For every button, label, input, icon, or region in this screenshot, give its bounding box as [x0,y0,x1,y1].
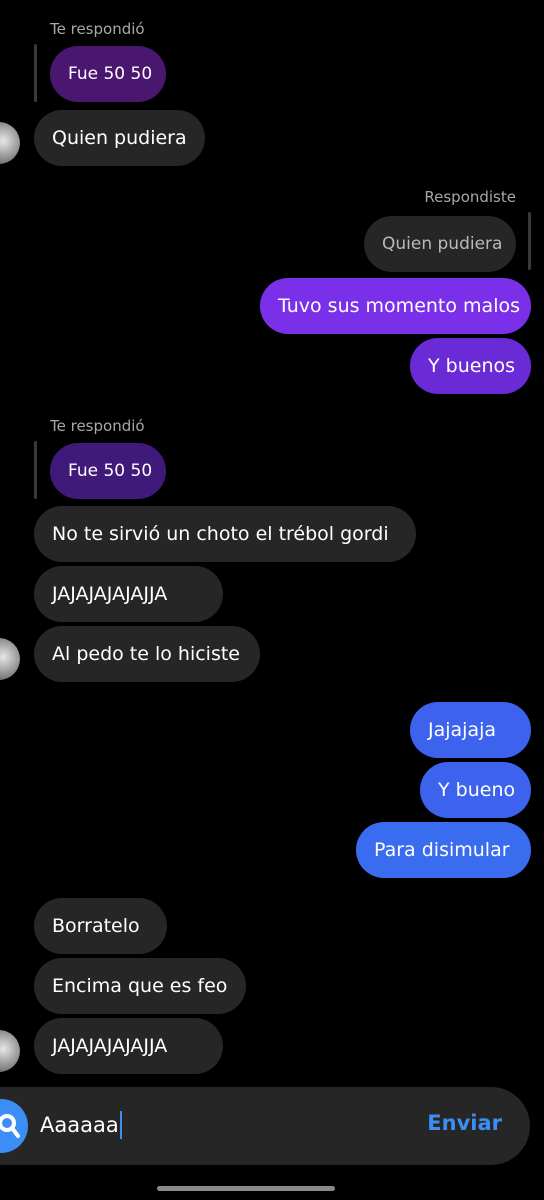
outgoing-message[interactable]: Tuvo sus momento malos [260,278,531,334]
contact-avatar[interactable] [0,1030,20,1072]
reply-label: Respondiste [424,188,516,206]
search-button[interactable] [0,1099,28,1153]
outgoing-message[interactable]: Y bueno [420,762,531,818]
send-button[interactable]: Enviar [427,1111,502,1135]
quoted-message[interactable]: Quien pudiera [364,216,516,272]
message-composer: Aaaaaa Enviar [0,1087,530,1165]
incoming-message[interactable]: JAJAJAJAJAJJA [34,1018,223,1074]
reply-label: Te respondió [50,417,145,435]
outgoing-message[interactable]: Para disimular [356,822,531,878]
reply-indicator-bar [528,212,531,270]
incoming-message[interactable]: Encima que es feo [34,958,246,1014]
incoming-message[interactable]: Borratelo [34,898,167,954]
message-input-value: Aaaaaa [40,1113,119,1137]
incoming-message[interactable]: JAJAJAJAJAJJA [34,566,223,622]
home-indicator[interactable] [157,1186,335,1191]
outgoing-message[interactable]: Jajajaja [410,702,531,758]
incoming-message[interactable]: Quien pudiera [34,110,205,166]
reply-indicator-bar [34,44,37,102]
reply-indicator-bar [34,441,37,499]
reply-label: Te respondió [50,20,145,38]
outgoing-message[interactable]: Y buenos [410,338,531,394]
quoted-message[interactable]: Fue 50 50 [50,46,166,102]
incoming-message[interactable]: No te sirvió un choto el trébol gordi [34,506,416,562]
incoming-message[interactable]: Al pedo te lo hiciste [34,626,260,682]
text-caret [119,1111,122,1139]
quoted-message[interactable]: Fue 50 50 [50,443,166,499]
message-input[interactable]: Aaaaaa [40,1111,122,1139]
contact-avatar[interactable] [0,122,20,164]
search-icon [0,1114,20,1138]
contact-avatar[interactable] [0,638,20,680]
